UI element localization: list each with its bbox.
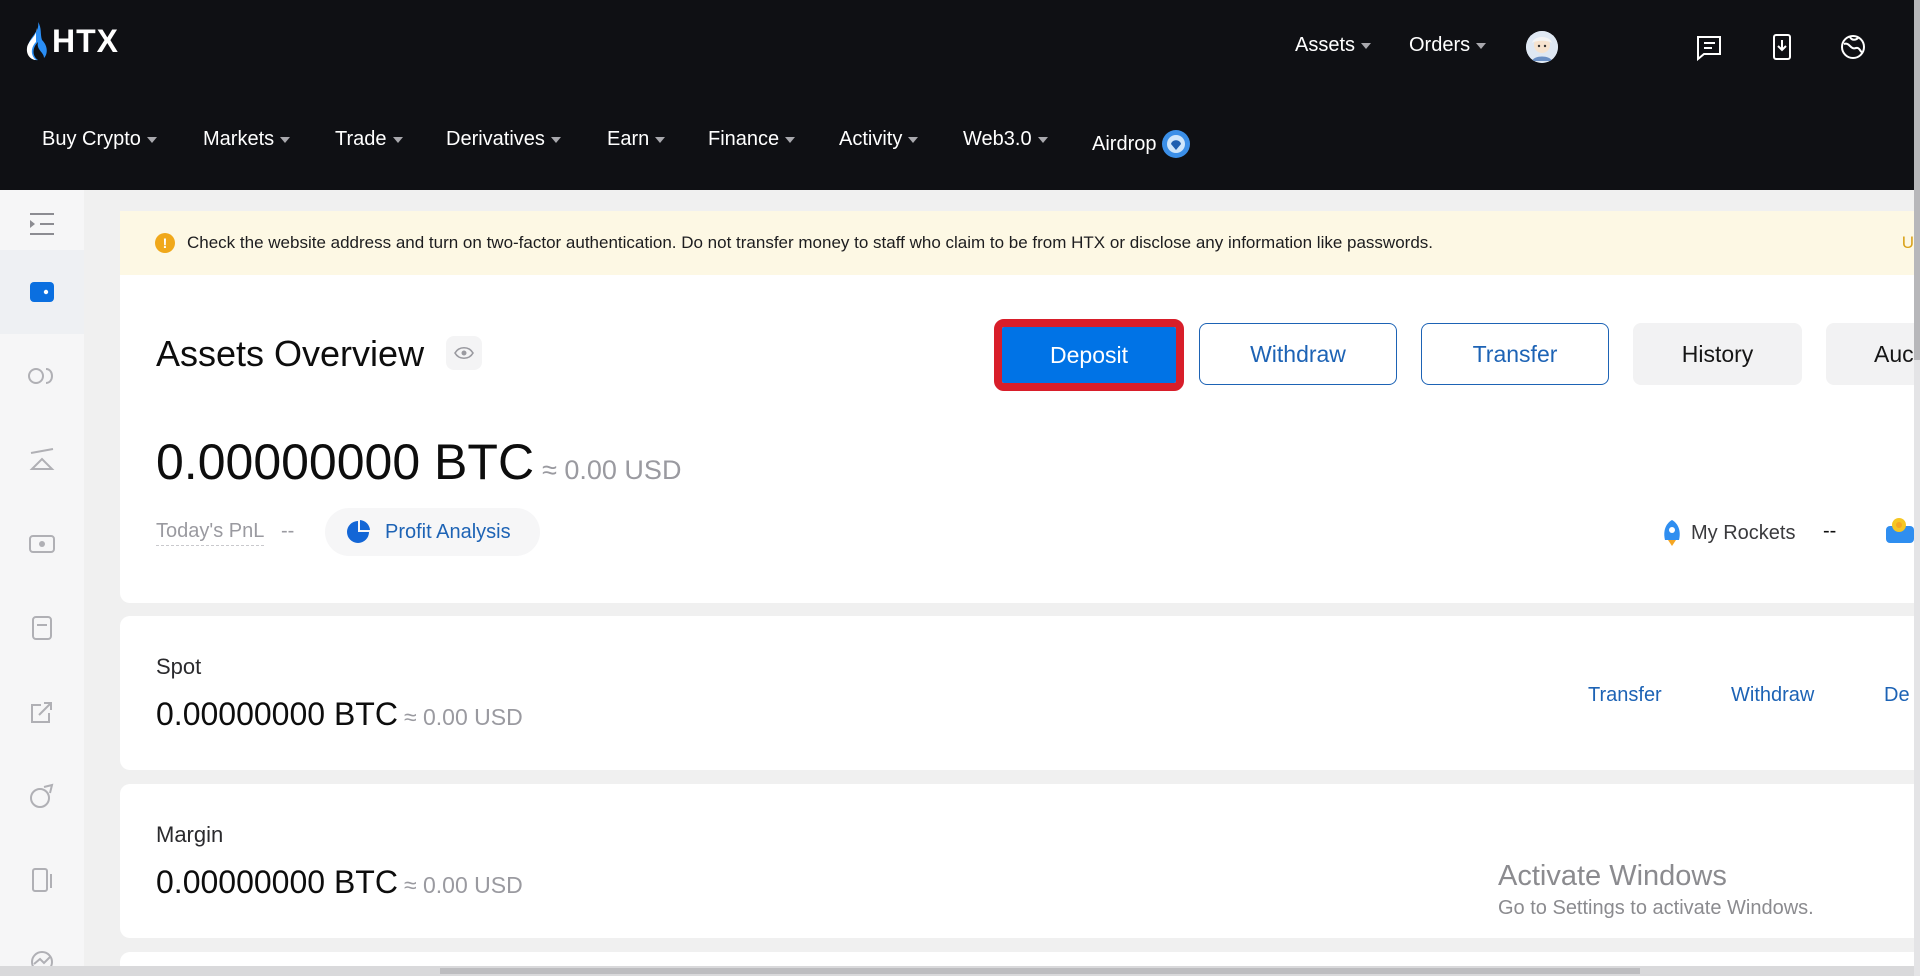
chevron-down-icon <box>1037 136 1048 143</box>
transfer-button[interactable]: Transfer <box>1421 323 1609 385</box>
nav-finance[interactable]: Finance <box>708 128 796 151</box>
account-balance-btc: 0.00000000 BTC <box>156 864 398 900</box>
chevron-down-icon <box>146 136 157 143</box>
nav-label: Earn <box>607 128 650 150</box>
account-balance-btc: 0.00000000 BTC <box>156 696 398 732</box>
deposit-button[interactable]: Deposit <box>994 319 1184 391</box>
todays-pnl-label[interactable]: Today's PnL <box>156 520 265 546</box>
spot-transfer-link[interactable]: Transfer <box>1588 684 1662 707</box>
account-name: Spot <box>156 654 202 679</box>
language-globe-icon[interactable] <box>1838 32 1868 62</box>
htx-logo[interactable]: HTX <box>22 20 119 62</box>
export-icon[interactable] <box>24 694 60 730</box>
total-balance: 0.00000000 BTC ≈ 0.00 USD <box>156 433 681 491</box>
chevron-down-icon <box>550 136 561 143</box>
notice-text: Check the website address and turn on tw… <box>187 233 1434 252</box>
nav-earn[interactable]: Earn <box>607 128 666 151</box>
top-header: HTX Assets Orders Buy Crypto Markets Tra… <box>0 0 1914 190</box>
eye-icon <box>454 346 474 360</box>
chevron-down-icon <box>392 136 403 143</box>
nav-label: Activity <box>839 128 903 150</box>
spot-withdraw-link[interactable]: Withdraw <box>1731 684 1814 707</box>
chevron-down-icon <box>908 136 919 143</box>
assets-menu[interactable]: Assets <box>1295 34 1372 57</box>
nav-label: Web3.0 <box>963 128 1032 150</box>
withdraw-button[interactable]: Withdraw <box>1199 323 1397 385</box>
account-balance: 0.00000000 BTC ≈ 0.00 USD <box>156 864 523 901</box>
avatar[interactable] <box>1526 31 1558 63</box>
windows-activation-watermark: Activate Windows Go to Settings to activ… <box>1498 860 1814 920</box>
toggle-visibility-button[interactable] <box>446 336 482 370</box>
nav-trade[interactable]: Trade <box>335 128 403 151</box>
total-balance-usd: ≈ 0.00 USD <box>542 455 682 485</box>
next-account-card <box>120 952 1914 966</box>
airdrop-badge-icon <box>1162 130 1191 158</box>
nav-label: Derivatives <box>446 128 545 150</box>
chevron-down-icon <box>280 136 291 143</box>
nav-label: Airdrop <box>1092 132 1157 155</box>
total-balance-btc: 0.00000000 BTC <box>156 434 535 490</box>
chevron-down-icon <box>1476 42 1487 49</box>
flame-logo-icon <box>26 22 47 61</box>
nav-buy-crypto[interactable]: Buy Crypto <box>42 128 157 151</box>
vertical-scrollbar[interactable] <box>1914 0 1920 976</box>
watermark-title: Activate Windows <box>1498 860 1727 892</box>
assets-menu-label: Assets <box>1295 34 1356 56</box>
account-name: Margin <box>156 822 224 847</box>
rocket-icon <box>1664 520 1680 546</box>
nav-activity[interactable]: Activity <box>839 128 919 151</box>
my-rockets-value: -- <box>1823 520 1837 542</box>
download-app-icon[interactable] <box>1767 32 1797 62</box>
chevron-down-icon <box>785 136 796 143</box>
nav-label: Finance <box>708 128 780 150</box>
nav-derivatives[interactable]: Derivatives <box>446 128 561 151</box>
orders-menu[interactable]: Orders <box>1409 34 1487 57</box>
nav-web3[interactable]: Web3.0 <box>963 128 1048 151</box>
horizontal-scroll-thumb[interactable] <box>440 968 1640 974</box>
avatar-icon <box>1526 31 1558 63</box>
spot-deposit-link[interactable]: De <box>1884 684 1910 707</box>
profit-analysis-label: Profit Analysis <box>385 520 511 543</box>
futures-icon[interactable] <box>24 526 60 562</box>
orders-menu-label: Orders <box>1409 34 1471 56</box>
nav-label: Markets <box>203 128 275 150</box>
nav-airdrop[interactable]: Airdrop <box>1092 128 1192 160</box>
my-rockets[interactable]: My Rockets <box>1657 518 1795 548</box>
notice-more-link[interactable]: U <box>1902 233 1914 253</box>
order-icon[interactable] <box>24 610 60 646</box>
nav-label: Trade <box>335 128 387 150</box>
brand-name: HTX <box>52 22 119 59</box>
history-button[interactable]: History <box>1633 323 1802 385</box>
profit-analysis-button[interactable]: Profit Analysis <box>325 508 540 556</box>
nav-label: Buy Crypto <box>42 128 141 150</box>
vertical-scroll-thumb[interactable] <box>1914 0 1920 360</box>
margin-icon[interactable] <box>24 442 60 478</box>
toggle-icon[interactable] <box>24 358 60 394</box>
menu-collapse-icon[interactable] <box>24 206 60 242</box>
my-rockets-label: My Rockets <box>1691 521 1796 544</box>
assets-overview-card: Assets Overview Deposit Withdraw Transfe… <box>120 275 1914 603</box>
spot-account-card: Spot 0.00000000 BTC ≈ 0.00 USD Transfer W… <box>120 616 1914 770</box>
watermark-subtitle: Go to Settings to activate Windows. <box>1498 897 1814 919</box>
account-balance-usd: ≈ 0.00 USD <box>403 704 523 730</box>
todays-pnl-value: -- <box>281 520 295 542</box>
security-notice-banner: ! Check the website address and turn on … <box>120 211 1914 275</box>
chevron-down-icon <box>655 136 666 143</box>
gift-box-icon[interactable] <box>1884 516 1914 544</box>
wallet-icon[interactable] <box>24 274 60 310</box>
account-balance: 0.00000000 BTC ≈ 0.00 USD <box>156 696 523 733</box>
left-sidebar <box>0 190 84 976</box>
more-actions-button[interactable]: Auc <box>1826 323 1914 385</box>
warning-icon: ! <box>155 233 175 253</box>
horizontal-scrollbar[interactable] <box>0 966 1914 976</box>
nav-markets[interactable]: Markets <box>203 128 291 151</box>
earn-icon[interactable] <box>24 778 60 814</box>
account-balance-usd: ≈ 0.00 USD <box>403 872 523 898</box>
pie-chart-icon <box>347 520 370 543</box>
device-icon[interactable] <box>24 862 60 898</box>
orders-list-icon[interactable] <box>1694 32 1724 62</box>
chevron-down-icon <box>1361 42 1372 49</box>
page-title: Assets Overview <box>156 333 425 374</box>
